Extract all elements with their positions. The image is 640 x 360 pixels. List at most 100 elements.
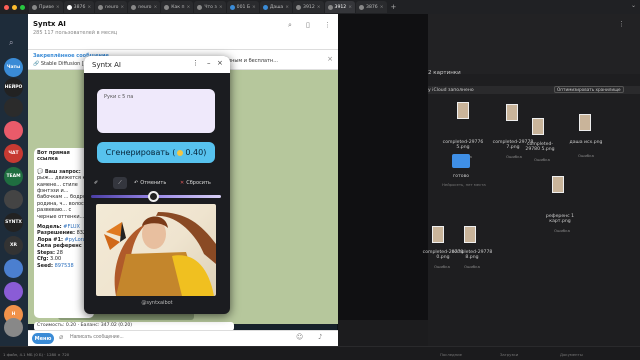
close-icon[interactable]: ×	[153, 5, 157, 10]
minimize-window-button[interactable]	[12, 4, 17, 10]
sidebar-toggle-icon[interactable]: ▯	[306, 21, 310, 29]
browser-tab[interactable]: 3876 ×	[63, 1, 95, 13]
chat-avatar[interactable]	[4, 259, 23, 278]
generated-image[interactable]	[96, 204, 216, 296]
close-icon[interactable]: ×	[252, 5, 256, 10]
undo-button[interactable]: ↶ Отменить	[134, 177, 166, 189]
brush-icon[interactable]: ⟋	[113, 177, 127, 189]
window-controls	[4, 4, 25, 10]
browser-tab-active[interactable]: 3912 ×	[324, 1, 356, 13]
chat-avatar[interactable]: SYNTX	[4, 213, 23, 232]
prompt-text: Руки с 5 па	[104, 94, 134, 100]
close-window-button[interactable]	[4, 4, 9, 10]
browser-tab[interactable]: 3876 ×	[356, 1, 387, 13]
zoom-window-button[interactable]	[20, 4, 25, 10]
file-name[interactable]: completed-29780 5.png	[520, 142, 560, 153]
popup-title: Syntx AI	[92, 61, 121, 69]
chat-subtitle: 285 117 пользователей в месяц	[33, 30, 118, 36]
coin-icon	[177, 149, 184, 156]
close-icon[interactable]: ×	[217, 59, 223, 67]
folder-name[interactable]: готово	[436, 174, 486, 179]
chat-avatar[interactable]: ЧАТ	[4, 144, 23, 163]
close-icon[interactable]: ×	[87, 5, 91, 10]
chat-avatar[interactable]: Чаты	[4, 58, 23, 77]
file-thumbnail[interactable]	[506, 104, 518, 121]
message-input[interactable]	[70, 334, 270, 340]
status-text: 1 файл, 4.1 МБ (0 Б) · 1280 × 720	[3, 352, 70, 357]
file-thumbnail[interactable]	[464, 226, 476, 243]
chat-avatar[interactable]: XR	[4, 236, 23, 255]
tool-row: ✐ ⟋ ↶ Отменить ✕ Сбросить	[84, 176, 230, 190]
optimize-storage-button[interactable]: Оптимизировать хранилище	[554, 86, 624, 93]
more-icon[interactable]: ⋮	[192, 59, 199, 67]
attach-icon[interactable]: ⌀	[59, 333, 63, 341]
menu-button[interactable]: Меню	[32, 333, 54, 344]
browser-tab[interactable]: Как п ×	[161, 1, 194, 13]
search-icon[interactable]: ⌕	[288, 21, 292, 30]
chat-avatar[interactable]	[4, 121, 23, 140]
browser-tab[interactable]: neuro ×	[95, 1, 128, 13]
dark-window	[338, 14, 428, 320]
chat-avatar[interactable]	[4, 318, 23, 337]
favicon-icon	[32, 4, 37, 10]
chat-avatar[interactable]: НЕЙРО	[4, 78, 23, 97]
chat-avatar[interactable]	[4, 282, 23, 301]
file-thumbnail[interactable]	[432, 226, 444, 243]
chat-avatar[interactable]	[4, 190, 23, 209]
favicon-icon	[164, 4, 170, 10]
more-icon[interactable]: ⋮	[324, 21, 331, 29]
eyedropper-icon[interactable]: ✐	[94, 177, 98, 189]
microphone-icon[interactable]: ♪	[318, 333, 322, 341]
chat-title[interactable]: Syntx AI	[33, 20, 66, 28]
close-icon[interactable]: ×	[348, 5, 352, 10]
browser-tab[interactable]: 001 Б ×	[226, 1, 259, 13]
generate-button[interactable]: Сгенерировать (0.40)	[97, 142, 215, 163]
favicon-icon	[327, 4, 333, 10]
file-thumbnail[interactable]	[457, 102, 469, 119]
favicon-icon	[98, 4, 104, 10]
favicon-icon	[197, 4, 203, 10]
close-icon[interactable]: ×	[380, 5, 384, 10]
icloud-label: у iCloud заполнено	[428, 88, 474, 93]
file-name[interactable]: даша исх.png	[564, 140, 608, 145]
search-icon[interactable]: ⌕	[9, 38, 13, 48]
bot-watermark: @syntxaibot	[141, 300, 173, 306]
file-name[interactable]: completed-29778 8.png	[450, 250, 494, 261]
more-icon[interactable]: ⋮	[618, 20, 625, 28]
browser-tab-bar: Приве × 3876 × neuro × neuro × Как п × Что з ×…	[0, 0, 640, 14]
close-icon: ✕	[180, 180, 185, 186]
file-thumbnail[interactable]	[579, 114, 591, 131]
file-thumbnail[interactable]	[532, 118, 544, 135]
browser-tab[interactable]: Приве ×	[29, 1, 63, 13]
chat-avatar[interactable]: TEAM	[4, 167, 23, 186]
browser-tab[interactable]: 3912 ×	[293, 1, 324, 13]
file-name[interactable]: референс 1 карт.png	[540, 214, 580, 225]
slider-knob[interactable]	[148, 191, 159, 202]
minimize-icon[interactable]: –	[207, 59, 211, 67]
folder-icon[interactable]	[452, 154, 470, 168]
browser-tab[interactable]: Даша ×	[259, 1, 293, 13]
new-tab-button[interactable]: +	[391, 3, 397, 11]
undo-icon: ↶	[134, 180, 139, 186]
favicon-icon	[296, 4, 302, 10]
file-thumbnail[interactable]	[552, 176, 564, 193]
favicon-icon	[66, 4, 72, 10]
prompt-textarea[interactable]: Руки с 5 па	[97, 89, 215, 133]
chevron-down-icon[interactable]: ⌄	[631, 2, 636, 9]
close-icon[interactable]: ×	[285, 5, 289, 10]
reset-button[interactable]: ✕ Сбросить	[180, 177, 211, 189]
browser-tab[interactable]: Что з ×	[194, 1, 226, 13]
status-bar: 1 файл, 4.1 МБ (0 Б) · 1280 × 720 Послед…	[0, 346, 640, 360]
close-icon[interactable]: ×	[120, 5, 124, 10]
favicon-icon	[229, 4, 235, 10]
close-icon[interactable]: ×	[56, 5, 60, 10]
emoji-icon[interactable]: ☺	[296, 333, 303, 341]
chat-avatar[interactable]	[4, 98, 23, 117]
close-icon[interactable]: ×	[317, 5, 321, 10]
brush-size-slider[interactable]	[91, 191, 221, 202]
close-icon[interactable]: ×	[327, 55, 333, 63]
file-name[interactable]: completed-29776 5.png	[438, 140, 488, 151]
close-icon[interactable]: ×	[187, 5, 191, 10]
close-icon[interactable]: ×	[219, 5, 223, 10]
browser-tab[interactable]: neuro ×	[128, 1, 161, 13]
